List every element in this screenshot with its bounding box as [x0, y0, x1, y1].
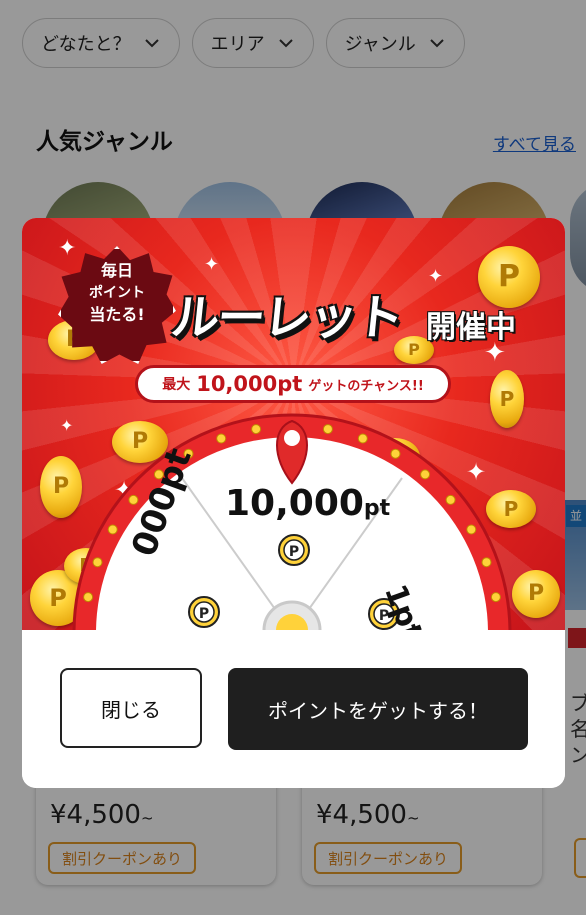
roulette-title-sub: 開催中	[426, 310, 516, 345]
rim-light	[128, 494, 139, 505]
rim-light	[490, 592, 501, 603]
wheel-top-value: 10,000	[225, 483, 364, 524]
badge-line-1: 毎日	[100, 261, 133, 280]
rim-light	[216, 433, 227, 444]
wheel-segment-top: 10,000pt	[225, 483, 390, 524]
pill-prefix: 最大	[162, 377, 191, 393]
rim-light	[390, 448, 401, 459]
daily-points-badge-text: 毎日 ポイント 当たる!	[58, 260, 176, 326]
pill-amount: 10,000pt	[196, 372, 303, 396]
coin-icon: P	[278, 534, 310, 566]
wheel-top-unit: pt	[363, 496, 391, 521]
rim-light	[92, 557, 103, 568]
roulette-modal: P P P P P P P P P P P ✦ ✦ ✦ ✦ ✦ ✦ ✦ P	[22, 218, 565, 788]
rim-light	[83, 592, 94, 603]
roulette-title: ルーレット	[168, 290, 405, 346]
rim-light	[251, 424, 262, 435]
rim-light	[445, 494, 456, 505]
pill-suffix: ゲットのチャンス!!	[308, 378, 424, 394]
svg-text:P: P	[199, 606, 209, 622]
roulette-banner[interactable]: P P P P P P P P P P P ✦ ✦ ✦ ✦ ✦ ✦ ✦ P	[22, 218, 565, 630]
svg-text:P: P	[289, 544, 299, 560]
rim-light	[107, 524, 118, 535]
close-button[interactable]: 閉じる	[60, 668, 202, 748]
coin-icon: P	[188, 596, 220, 628]
rim-light	[481, 557, 492, 568]
rim-light	[466, 524, 477, 535]
badge-line-2: ポイント	[89, 285, 145, 301]
max-points-pill: 最大 10,000pt ゲットのチャンス!!	[135, 365, 451, 403]
rim-light	[420, 469, 431, 480]
rim-light	[322, 424, 333, 435]
badge-line-3: 当たる!	[89, 305, 145, 324]
get-points-button[interactable]: ポイントをゲットする！	[228, 668, 528, 750]
modal-actions: 閉じる ポイントをゲットする！	[22, 630, 565, 788]
rim-light	[357, 433, 368, 444]
